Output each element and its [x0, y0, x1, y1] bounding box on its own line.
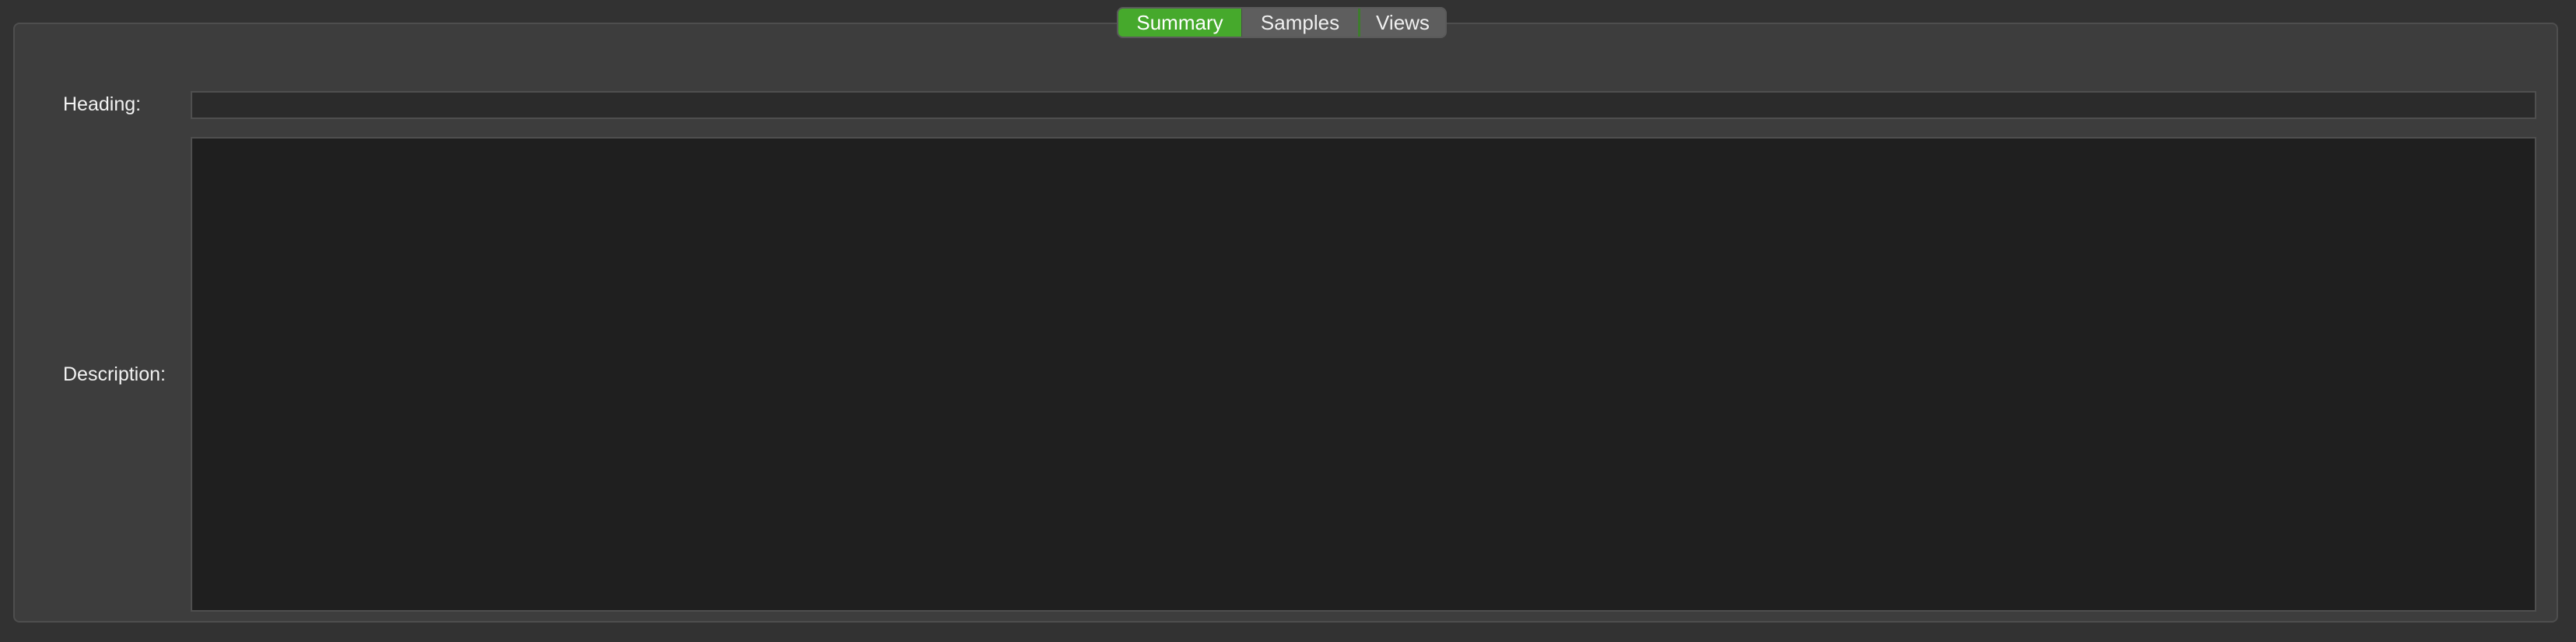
tab-samples[interactable]: Samples	[1241, 9, 1358, 37]
heading-label: Heading:	[63, 93, 142, 115]
description-label: Description:	[63, 363, 166, 385]
heading-input[interactable]	[191, 91, 2536, 119]
segmented-tab-bar: Summary Samples Views	[1117, 7, 1447, 38]
summary-window: Heading: Description: Summary Samples Vi…	[0, 0, 2576, 642]
description-textarea[interactable]	[191, 137, 2536, 612]
tab-summary[interactable]: Summary	[1118, 9, 1241, 37]
tab-views[interactable]: Views	[1358, 9, 1445, 37]
tab-panel: Heading: Description:	[13, 23, 2558, 623]
